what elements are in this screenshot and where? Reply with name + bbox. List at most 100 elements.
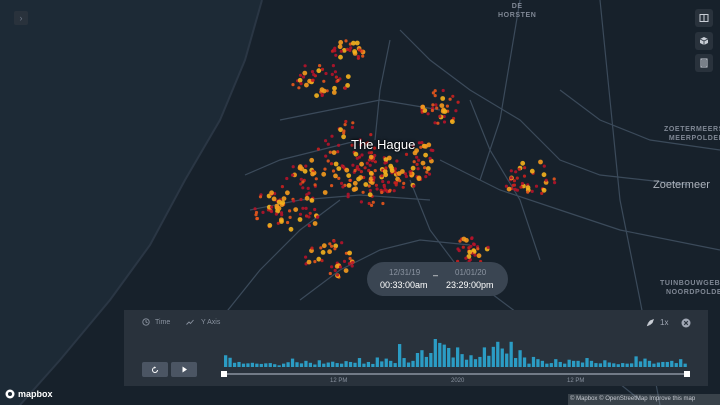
close-icon[interactable] [681, 318, 691, 328]
histogram-bar [594, 363, 598, 367]
histogram-bar [313, 364, 317, 367]
histogram-bar [589, 360, 594, 367]
playback-speed[interactable]: 1x [660, 318, 668, 327]
histogram-bar [398, 344, 402, 367]
histogram-bar [424, 356, 429, 367]
rocket-icon[interactable] [646, 318, 655, 327]
histogram-bar [585, 358, 589, 367]
histogram-bar [518, 350, 522, 367]
histogram-bar [456, 347, 460, 367]
histogram-bar [670, 360, 674, 367]
3d-view-button[interactable] [695, 32, 713, 50]
histogram-bar [473, 359, 478, 367]
histogram-bar [612, 363, 616, 367]
histogram-bar [442, 344, 446, 367]
histogram-bar [273, 364, 277, 367]
histogram-bar [527, 363, 531, 367]
timeline-handle-end [684, 371, 690, 377]
histogram-bar [326, 362, 330, 367]
histogram-bar [625, 363, 629, 367]
play-button[interactable] [171, 362, 197, 377]
histogram-bar [558, 361, 562, 367]
tab-y-axis[interactable]: Y Axis [186, 318, 220, 326]
histogram-bar [415, 353, 420, 367]
chevron-right-icon: › [19, 13, 23, 23]
map-attribution[interactable]: © Mapbox © OpenStreetMap Improve this ma… [568, 394, 720, 405]
histogram-bar [429, 353, 433, 367]
histogram-bar [509, 341, 513, 367]
histogram-bar [295, 362, 299, 367]
histogram-bar [277, 365, 281, 367]
end-date: 01/01/20 [455, 268, 487, 277]
histogram-bar [438, 342, 442, 367]
histogram-bar [576, 360, 580, 367]
histogram-bar [522, 357, 527, 367]
3d-cube-icon [699, 37, 709, 45]
histogram-bar [268, 363, 272, 367]
histogram-bar [514, 358, 518, 367]
histogram-bar [402, 358, 406, 367]
histogram-bar [308, 362, 313, 367]
histogram-bar [496, 341, 500, 367]
histogram-bar [322, 363, 326, 367]
histogram-bar [362, 363, 366, 367]
histogram-bar [505, 353, 509, 367]
timeline-handle-start [221, 371, 227, 377]
axis-label-2020: 2020 [451, 378, 465, 384]
histogram-bar [487, 355, 491, 367]
tab-time[interactable]: Time [142, 318, 170, 326]
histogram-bar [661, 361, 665, 367]
histogram-bar [683, 363, 687, 367]
histogram-bar [665, 361, 669, 367]
sidebar-toggle-button[interactable]: › [14, 11, 28, 25]
histogram-bar [366, 361, 371, 367]
map-label-zoetermeer: Zoetermeer [653, 179, 710, 191]
histogram-bar [433, 339, 437, 367]
histogram-bar [250, 362, 255, 367]
histogram-bar [264, 363, 268, 367]
start-time: 00:33:00am [380, 280, 428, 290]
reset-button[interactable] [142, 362, 168, 377]
histogram-bar [540, 360, 545, 367]
histogram-bar [232, 362, 237, 367]
axis-label-12pm-2: 12 PM [567, 378, 585, 384]
histogram-bar [344, 361, 348, 367]
histogram-bar [380, 361, 384, 367]
axis-label-12pm-1: 12 PM [330, 378, 348, 384]
mapbox-logo-icon [5, 389, 15, 399]
map-label-tuinbouwgebied: TUINBOUWGEBIED NOORDPOLDER [660, 280, 720, 296]
legend-button[interactable] [695, 54, 713, 72]
histogram-bar [638, 361, 643, 367]
histogram-bar [545, 363, 549, 367]
histogram-bar [299, 363, 304, 367]
histogram-bar [335, 363, 339, 367]
histogram-bar [357, 358, 362, 367]
histogram-bar [406, 362, 411, 367]
histogram-bar [491, 346, 495, 367]
histogram-bar [241, 363, 246, 367]
histogram-bar [228, 357, 232, 367]
mapbox-logo[interactable]: mapbox [5, 389, 53, 399]
histogram-bar [317, 360, 321, 367]
clock-icon [142, 318, 150, 326]
histogram-bar [246, 363, 250, 367]
histogram-bar [348, 361, 353, 367]
split-map-button[interactable] [695, 9, 713, 27]
histogram-bar [621, 363, 625, 367]
end-time: 23:29:00pm [446, 280, 494, 290]
histogram-bar [420, 350, 424, 367]
histogram-bar [674, 363, 678, 367]
histogram-bar [549, 363, 553, 367]
histogram-bar [580, 362, 585, 367]
histogram-bar [567, 359, 571, 367]
histogram-bar [536, 359, 540, 367]
histogram-bar [652, 363, 656, 367]
map-label-de-horsten: DE HORSTEN [498, 3, 537, 19]
histogram-bar [500, 348, 504, 367]
histogram-bar [331, 361, 335, 367]
histogram-bar [464, 359, 469, 367]
histogram-bar [282, 363, 286, 367]
line-chart-icon [186, 319, 194, 325]
histogram-bar [630, 363, 634, 367]
histogram-bar [563, 363, 567, 367]
